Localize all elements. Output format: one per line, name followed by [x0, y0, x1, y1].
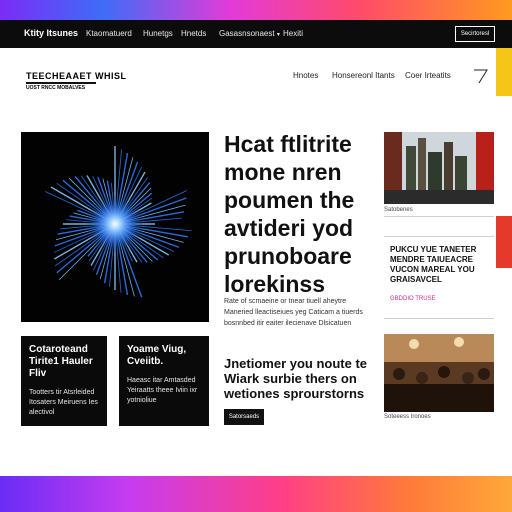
logo-name: TEECHEAAET WHISL [26, 71, 127, 81]
promo-card-1[interactable]: Cotaroteand Tirite1 Hauler Fliv Tootters… [21, 336, 107, 426]
logo-rule [26, 82, 96, 84]
promo-card-2[interactable]: Yoame Viug, Cveiitb. Haeasc itar Amtasde… [119, 336, 209, 426]
starburst-core [85, 194, 145, 254]
brand-name[interactable]: Ktity Itsunes [24, 28, 78, 38]
story-3-caption: Soteeess Ironoes [384, 414, 431, 420]
promo-card-1-body: Tootters tir Atsrleided Itosaters Meirue… [29, 389, 98, 416]
feature-headline[interactable]: Jnetiomer you noute te Wiark surbie ther… [224, 356, 374, 401]
nav-link-4-label: Gasasnsonaest [219, 29, 275, 38]
top-gradient-bar [0, 0, 512, 20]
promo-card-1-title: Cotaroteand Tirite1 Hauler Fliv [29, 344, 93, 379]
subnav-link-2[interactable]: Honsereonl Itants [332, 71, 395, 80]
nav-link-1[interactable]: Ktaomatuerd [86, 29, 132, 38]
nav-link-2[interactable]: Hunetgs [143, 29, 173, 38]
sidebar-divider-2 [384, 236, 494, 237]
yellow-accent-bar [496, 48, 512, 96]
starburst-graphic [45, 146, 192, 298]
hero-image[interactable] [21, 132, 209, 322]
story-1-caption: Satobenes [384, 207, 413, 213]
city-skyline-photo[interactable] [384, 132, 494, 204]
nav-link-4[interactable]: Gasasnsonaest ▾ [219, 29, 280, 38]
sidebar-story-title[interactable]: PUKCU YUE TANETER MENDRE TAIUEACRE VUCON… [390, 245, 494, 285]
red-accent-bar [496, 216, 512, 268]
nav-link-3[interactable]: Hnetds [181, 29, 206, 38]
crowd-event-photo[interactable] [384, 334, 494, 412]
subnav-link-3[interactable]: Coer Irteatits [405, 71, 451, 80]
sidebar-divider-3 [384, 318, 494, 319]
hero-body-text: Rate of scmaeine or tnear tiuell aheytre… [224, 298, 363, 327]
site-logo[interactable]: TEECHEAAET WHISL UOST RNCC MOBALVES [26, 71, 127, 91]
sidebar-story-meta: GBDDIO TRUSE [390, 296, 436, 302]
city-skyline-illustration [384, 132, 494, 204]
top-navbar: Ktity Itsunes Ktaomatuerd Hunetgs Hnetds… [0, 20, 512, 48]
promo-card-2-title: Yoame Viug, Cveiitb. [127, 344, 187, 367]
angle-corner-icon[interactable] [473, 68, 489, 84]
nav-link-5[interactable]: Hexiti [283, 29, 303, 38]
nav-cta-button[interactable]: Secirtoresl [455, 26, 495, 42]
hero-headline[interactable]: Hcat ftlitrite mone nren poumen the avti… [224, 130, 374, 298]
feature-button[interactable]: Satorsaeds [224, 409, 264, 425]
subnav-link-1[interactable]: Hnotes [293, 71, 318, 80]
crowd-event-illustration [384, 334, 494, 412]
chevron-down-icon: ▾ [276, 32, 280, 38]
sidebar-divider-1 [384, 216, 494, 217]
promo-card-2-body: Haeasc itar Amtasded Yeiraatts theee Ivi… [127, 377, 198, 404]
logo-tagline: UOST RNCC MOBALVES [26, 85, 86, 91]
bottom-gradient-bar [0, 476, 512, 512]
